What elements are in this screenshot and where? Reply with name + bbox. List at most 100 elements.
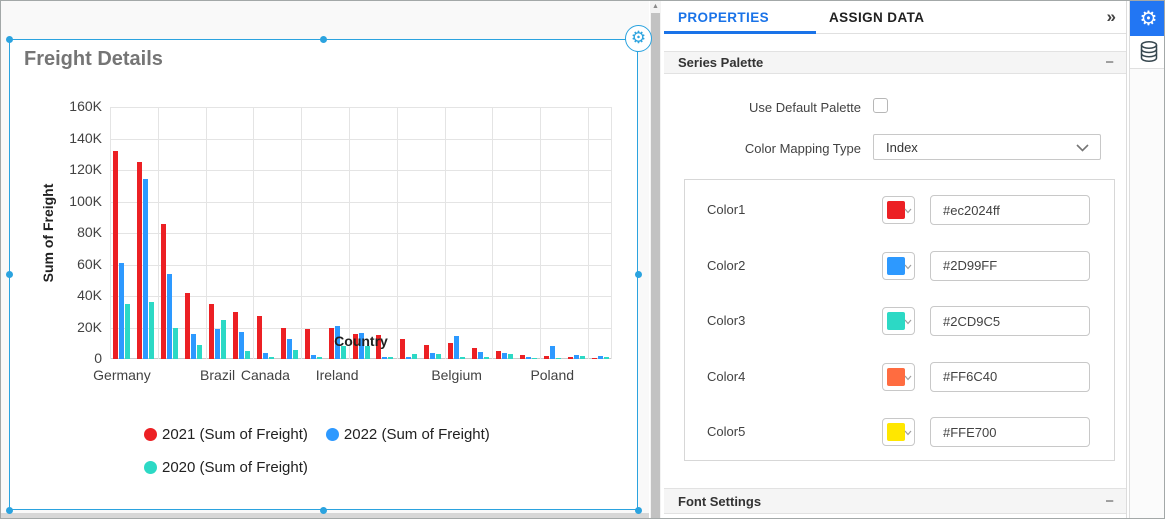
y-axis-tick-label: 140K [69,129,102,146]
chevron-down-icon [904,264,912,269]
bar-2020 [460,357,466,359]
bar-2022 [501,352,507,359]
bar-2020 [412,354,418,359]
bar-2022 [382,356,388,359]
design-canvas[interactable]: Freight Details Sum of Freight 0 20K 40K 60… [1,1,652,518]
canvas-horizontal-scrollbar[interactable] [1,513,649,518]
bar-2020 [555,358,561,359]
resize-handle-bottom-left[interactable] [5,506,13,514]
color-hex-input[interactable] [930,306,1090,336]
bar-2020 [436,353,442,359]
gridline [205,107,207,359]
active-tab-underline [664,31,816,34]
bar-2022 [597,355,603,359]
legend-label: 2022 (Sum of Freight) [343,426,490,443]
color-row: Color4 [685,361,1114,392]
color-swatch [887,423,905,441]
collapse-panel-icon[interactable]: » [1107,1,1116,34]
resize-handle-top-middle[interactable] [319,35,327,43]
legend-item[interactable]: 2021 (Sum of Freight) [144,426,308,443]
color-mapping-type-label: Color Mapping Type [744,141,861,156]
bar-2020 [268,356,274,359]
color-row-label: Color4 [707,368,746,384]
bar-2021 [113,151,119,359]
color-swatch-button[interactable] [882,418,915,446]
y-axis-tick-label: 100K [69,192,102,209]
chart-widget[interactable]: Freight Details Sum of Freight 0 20K 40K 60… [9,39,638,510]
section-title: Font Settings [678,493,762,509]
resize-handle-middle-left[interactable] [5,270,13,278]
color-hex-input[interactable] [930,195,1090,225]
chevron-down-icon [904,430,912,436]
bar-2021 [472,347,478,359]
gridline [492,107,494,359]
x-axis-tick-label: Germany [93,367,151,383]
color-hex-input[interactable] [930,250,1090,281]
chevron-down-icon [1076,144,1089,152]
resize-handle-top-left[interactable] [5,35,13,43]
bar-2021 [591,357,597,359]
gridline [540,107,542,359]
bar-2021 [209,303,215,359]
gridline [110,107,612,108]
resize-handle-bottom-right[interactable] [634,506,642,514]
bar-2022 [262,352,268,359]
gear-icon: ⚙ [1139,7,1158,30]
tab-assign-data[interactable]: ASSIGN DATA [829,1,924,34]
legend-marker-icon [144,461,157,474]
bar-2022 [478,351,484,359]
bar-2020 [603,356,609,359]
toolbar-item-properties[interactable]: ⚙ [1130,1,1164,36]
color-mapping-type-dropdown[interactable]: Index [873,134,1101,160]
chart-legend-row: 2020 (Sum of Freight) [144,459,308,476]
gridline [301,107,303,359]
color-row-label: Color2 [707,257,746,273]
collapse-section-icon[interactable]: − [1105,52,1114,73]
color-swatch [887,312,905,330]
color-row: Color5 [685,417,1114,447]
color-hex-input[interactable] [930,417,1090,447]
chart-widget-title: Freight Details [24,48,163,70]
chart-legend-row: 2021 (Sum of Freight) 2022 (Sum of Freigh… [144,426,490,443]
color-hex-input[interactable] [930,361,1090,392]
color-row-label: Color1 [707,202,746,217]
toolbar-item-data-source[interactable] [1130,36,1164,69]
resize-handle-middle-right[interactable] [634,270,642,278]
legend-item[interactable]: 2022 (Sum of Freight) [325,426,490,443]
dropdown-selected-value: Index [886,140,918,155]
y-axis-tick-label: 0 [94,350,102,366]
use-default-palette-label: Use Default Palette [748,100,861,115]
legend-label: 2021 (Sum of Freight) [162,426,308,443]
bar-2021 [137,162,143,359]
bar-2020 [531,358,537,359]
color-swatch-button[interactable] [882,362,915,391]
right-icon-toolbar: ⚙ [1129,1,1164,518]
gridline [444,107,446,359]
widget-settings-button[interactable]: ⚙ [625,25,652,52]
section-header-series-palette[interactable]: Series Palette − [664,51,1126,74]
bar-2020 [125,303,131,359]
scroll-up-arrow-icon[interactable]: ▲ [650,1,661,12]
canvas-vertical-scrollbar[interactable]: ▲ [650,1,661,518]
scrollbar-thumb[interactable] [651,13,660,518]
bar-2020 [507,353,513,359]
use-default-palette-checkbox[interactable] [873,98,888,113]
legend-item[interactable]: 2020 (Sum of Freight) [144,459,308,476]
gridline [396,107,398,359]
section-header-font-settings[interactable]: Font Settings − [664,488,1126,514]
resize-handle-bottom-middle[interactable] [319,506,327,514]
gridline [349,107,351,359]
bar-2022 [310,355,316,359]
color-swatch-button[interactable] [882,196,915,224]
bar-2020 [292,349,298,359]
collapse-section-icon[interactable]: − [1105,489,1114,513]
y-axis-tick-label: 20K [77,318,102,335]
gridline [110,138,612,140]
color-swatch-button[interactable] [882,251,915,280]
color-swatch-button[interactable] [882,307,915,335]
chevron-down-icon [904,319,912,325]
gridline [611,107,612,359]
tab-properties[interactable]: PROPERTIES [678,1,769,34]
panel-tab-bar: PROPERTIES ASSIGN DATA » [664,1,1126,34]
color-row: Color1 [685,195,1114,225]
